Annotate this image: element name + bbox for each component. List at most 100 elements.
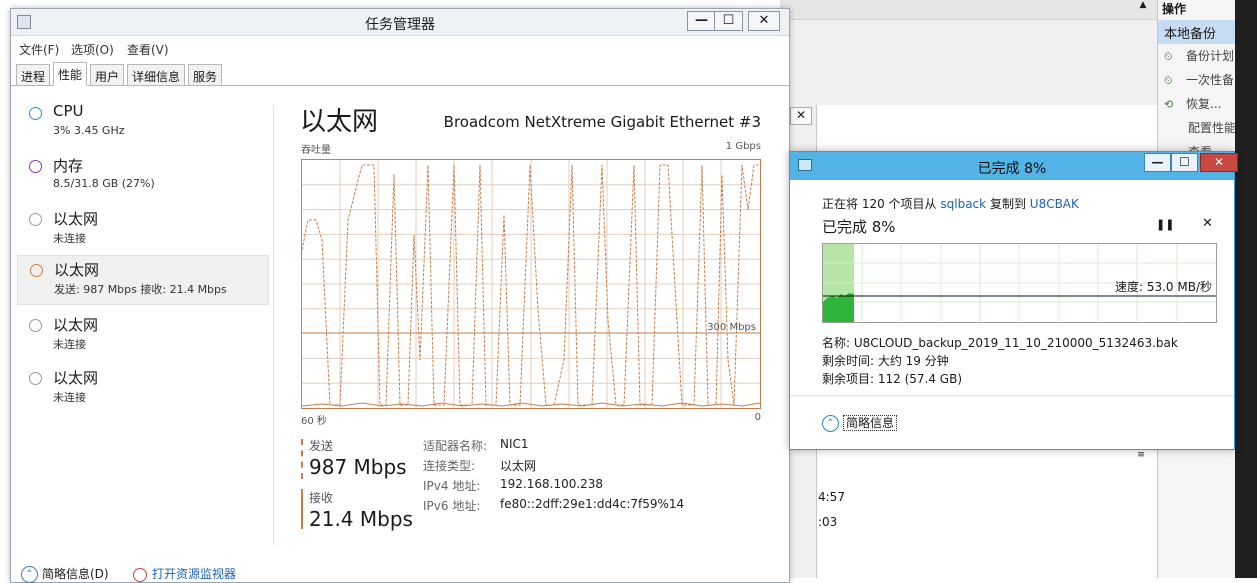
copy-description: 正在将 120 个项目从 sqlback 复制到 U8CBAK (822, 195, 1079, 212)
info-value: NIC1 (500, 437, 529, 451)
resource-monitor-icon (133, 567, 147, 582)
copy-source-link[interactable]: sqlback (940, 197, 986, 211)
max-scale-label: 1 Gbps (725, 141, 761, 152)
sidebar-item-label: 以太网 (53, 369, 99, 387)
copy-desc-mid: 复制到 (989, 197, 1026, 211)
sidebar-item-label: 内存 (53, 157, 84, 175)
sidebar-item-memory[interactable]: 内存 8.5/31.8 GB (27%) (17, 152, 269, 202)
copy-close-button[interactable]: ✕ (1200, 153, 1238, 172)
copy-desc-prefix: 正在将 120 个项目从 (822, 197, 937, 211)
chevron-up-icon: ⌃ (21, 566, 38, 583)
receive-label: 接收 (309, 491, 334, 505)
copy-maximize-button[interactable]: ☐ (1171, 153, 1198, 172)
copy-file-name: 名称: U8CLOUD_backup_2019_11_10_210000_513… (822, 336, 1178, 350)
copy-percent: 已完成 8% (822, 218, 896, 236)
receive-value: 21.4 Mbps (309, 507, 413, 531)
copy-progress-dialog: 已完成 8% — ☐ ✕ 正在将 120 个项目从 sqlback 复制到 U8… (789, 151, 1238, 450)
time-text-1: 4:57 (818, 490, 845, 504)
backup-schedule-icon: ⏲ (1164, 49, 1173, 63)
throughput-chart-svg (301, 160, 761, 408)
sidebar-item-cpu[interactable]: CPU 3% 3.45 GHz (17, 99, 269, 149)
time-text-2: :03 (818, 515, 838, 529)
recover-icon: ⟲ (1164, 97, 1174, 111)
menu-view[interactable]: 查看(V) (127, 41, 169, 58)
minimize-button[interactable]: — (687, 11, 716, 31)
chevron-up-icon: ⌃ (822, 415, 839, 432)
action-backup-once[interactable]: ⏲ 一次性备 (1164, 71, 1234, 88)
info-value: 以太网 (500, 459, 537, 473)
menu-file[interactable]: 文件(F) (19, 41, 59, 58)
cancel-copy-icon[interactable]: ✕ (1202, 216, 1213, 231)
send-indicator (301, 439, 303, 479)
close-button[interactable]: ✕ (748, 11, 780, 31)
sidebar-item-sub: 发送: 987 Mbps 接收: 21.4 Mbps (54, 283, 227, 296)
menu-options[interactable]: 选项(O) (71, 41, 114, 58)
copy-time-left: 剩余时间: 大约 19 分钟 (822, 354, 949, 368)
ethernet-indicator-icon (29, 319, 42, 332)
sidebar-item-label: 以太网 (53, 316, 99, 334)
background-close-icon[interactable]: ✕ (790, 107, 812, 125)
copy-minimize-button[interactable]: — (1144, 153, 1171, 172)
sidebar-item-ethernet-3[interactable]: 以太网 未连接 (17, 311, 269, 361)
receive-indicator (301, 489, 303, 529)
time-axis-label: 60 秒 (301, 416, 327, 427)
send-value: 987 Mbps (309, 455, 407, 479)
background-toolbar (780, 0, 1157, 20)
adapter-name: Broadcom NetXtreme Gigabit Ethernet #3 (443, 113, 761, 131)
scroll-up-icon[interactable]: ▲ (1135, 0, 1151, 14)
action-label: 配置性能 (1188, 121, 1237, 135)
ethernet-indicator-icon (30, 264, 43, 277)
tab-processes[interactable]: 进程 (16, 64, 50, 86)
tab-details[interactable]: 详细信息 (127, 64, 185, 86)
sidebar-divider (273, 105, 274, 545)
copy-less-info-button[interactable]: ⌃ 简略信息 (822, 414, 898, 432)
maximize-button[interactable]: ☐ (714, 11, 743, 31)
tab-performance[interactable]: 性能 (53, 62, 87, 86)
resource-monitor-label: 打开资源监视器 (152, 567, 237, 581)
sidebar-item-ethernet-4[interactable]: 以太网 未连接 (17, 364, 269, 414)
info-key: 连接类型: (423, 459, 476, 473)
open-resource-monitor-link[interactable]: 打开资源监视器 (133, 565, 236, 582)
throughput-chart: 300 Mbps (301, 159, 761, 409)
action-label: 恢复... (1186, 97, 1222, 111)
sidebar-item-ethernet-2[interactable]: 以太网 发送: 987 Mbps 接收: 21.4 Mbps (17, 255, 269, 305)
sidebar-item-sub: 3% 3.45 GHz (53, 124, 125, 137)
sidebar-item-label: CPU (53, 102, 84, 120)
sidebar-item-ethernet-1[interactable]: 以太网 未连接 (17, 205, 269, 255)
zero-axis-label: 0 (754, 412, 761, 423)
tab-services[interactable]: 服务 (188, 64, 222, 86)
copy-speed-graph: 速度: 53.0 MB/秒 (822, 243, 1217, 323)
sidebar-item-sub: 未连接 (53, 338, 86, 351)
task-manager-titlebar[interactable]: 任务管理器 — ☐ ✕ (11, 9, 789, 36)
tab-users[interactable]: 用户 (90, 64, 124, 86)
copy-speed: 速度: 53.0 MB/秒 (1114, 280, 1212, 294)
scroll-grip-icon[interactable]: ≡ (1135, 450, 1147, 462)
less-info-button[interactable]: ⌃ 简略信息(D) (21, 565, 109, 583)
copy-items-left: 剩余项目: 112 (57.4 GB) (822, 372, 963, 386)
mid-scale-label: 300 Mbps (707, 322, 756, 333)
throughput-label: 吞吐量 (301, 145, 331, 156)
right-edge-strip (1235, 0, 1257, 578)
copy-divider (790, 395, 1234, 396)
info-value: fe80::2dff:29e1:dd4c:7f59%14 (500, 497, 685, 511)
action-recover[interactable]: ⟲ 恢复... (1164, 95, 1221, 112)
backup-once-icon: ⏲ (1164, 73, 1173, 87)
action-config[interactable]: 配置性能 (1188, 119, 1236, 136)
action-backup-schedule[interactable]: ⏲ 备份计划 (1164, 47, 1234, 64)
less-info-label: 简略信息(D) (42, 567, 109, 581)
speed-area (823, 293, 854, 322)
info-key: 适配器名称: (423, 439, 488, 453)
copy-less-info-label: 简略信息 (843, 415, 898, 431)
ethernet-indicator-icon (29, 213, 42, 226)
send-label: 发送 (309, 439, 334, 453)
info-key: IPv4 地址: (423, 479, 481, 493)
copy-destination-link[interactable]: U8CBAK (1030, 197, 1079, 211)
sidebar-item-sub: 8.5/31.8 GB (27%) (53, 177, 155, 190)
task-manager-window: 任务管理器 — ☐ ✕ 文件(F) 选项(O) 查看(V) 进程 性能 用户 详… (10, 8, 790, 583)
copy-dialog-titlebar[interactable]: 已完成 8% — ☐ ✕ (790, 152, 1238, 180)
action-label: 一次性备 (1186, 73, 1235, 87)
detail-title: 以太网 (300, 107, 379, 137)
task-manager-title: 任务管理器 (365, 17, 435, 33)
ethernet-indicator-icon (29, 372, 42, 385)
pause-icon[interactable]: ❚❚ (1156, 218, 1174, 231)
